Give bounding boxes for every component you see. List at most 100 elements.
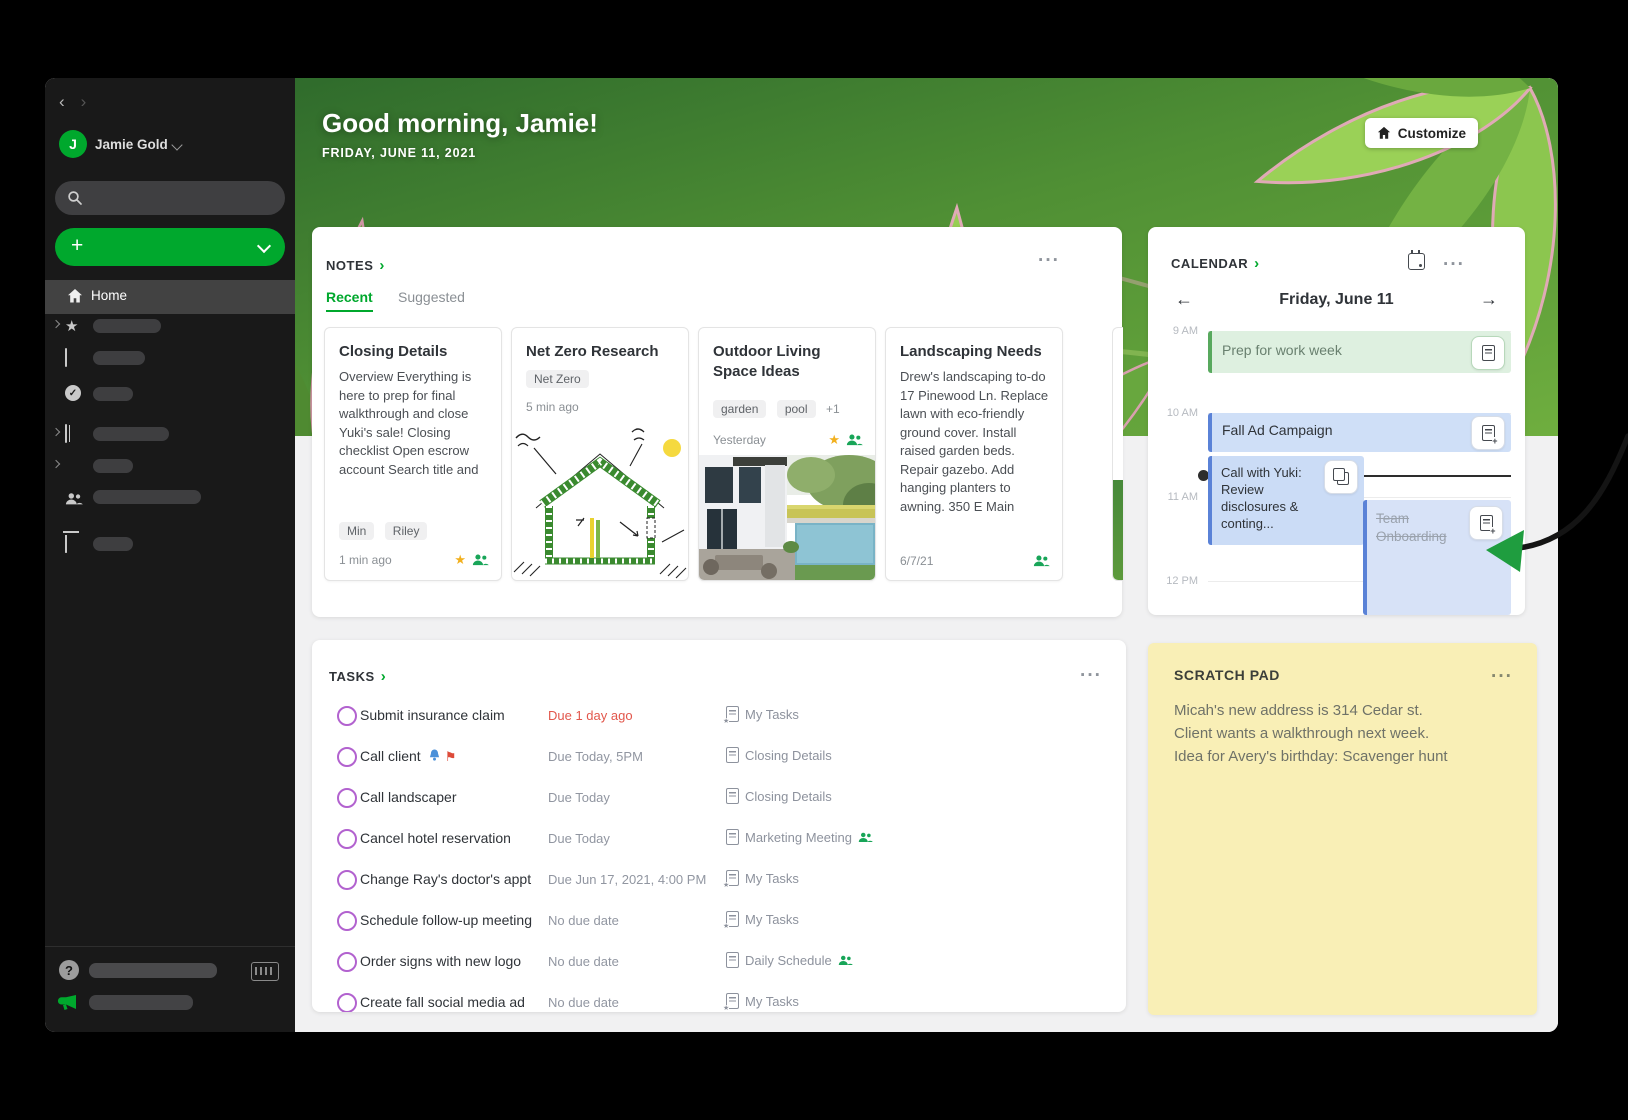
task-checkbox[interactable] [337, 788, 357, 808]
sidebar-item-tasks[interactable] [45, 378, 295, 410]
task-note-link[interactable]: Closing Details [726, 788, 832, 804]
tag-pill[interactable]: Min [339, 522, 374, 540]
task-title: Create fall social media ad [360, 994, 525, 1010]
tasks-options-icon[interactable] [1080, 668, 1102, 686]
calendar-section-header[interactable]: CALENDAR› [1171, 255, 1260, 272]
task-row[interactable]: Call client⚑ Due Today, 5PM Closing Deta… [312, 736, 1126, 777]
note-star-icon [726, 993, 739, 1009]
note-time: 1 min ago [339, 553, 392, 567]
chevron-right-icon[interactable] [52, 320, 60, 328]
task-row[interactable]: Call landscaper Due Today Closing Detail… [312, 777, 1126, 818]
notes-options-icon[interactable] [1038, 253, 1060, 271]
note-card-landscaping[interactable]: Landscaping Needs Drew's landscaping to-… [885, 327, 1063, 581]
chevron-right-icon: › [1254, 255, 1260, 272]
tab-recent[interactable]: Recent [326, 289, 373, 312]
event-add-note-button[interactable] [1471, 416, 1505, 450]
task-due: No due date [548, 995, 619, 1010]
task-checkbox[interactable] [337, 911, 357, 931]
event-fall-ad-campaign[interactable]: Fall Ad Campaign [1208, 413, 1511, 452]
note-card-closing-details[interactable]: Closing Details Overview Everything is h… [324, 327, 502, 581]
chevron-right-icon[interactable] [52, 428, 60, 436]
sidebar-item-trash[interactable] [45, 528, 295, 560]
shared-icon [846, 434, 863, 446]
task-row[interactable]: Change Ray's doctor's appt Due Jun 17, 2… [312, 859, 1126, 900]
task-checkbox[interactable] [337, 952, 357, 972]
calendar-options-icon[interactable] [1443, 257, 1465, 275]
task-note-link[interactable]: Closing Details [726, 747, 832, 763]
search-input[interactable] [55, 181, 285, 215]
next-day-icon[interactable]: → [1480, 289, 1498, 310]
tasks-section-header[interactable]: TASKS› [329, 668, 386, 685]
tag-more[interactable]: +1 [826, 402, 840, 416]
calendar-icon[interactable] [1408, 253, 1425, 270]
home-icon [67, 288, 83, 304]
task-note-link[interactable]: Marketing Meeting [726, 829, 873, 845]
keyboard-shortcuts-icon[interactable] [251, 962, 279, 981]
task-checkbox[interactable] [337, 870, 357, 890]
note-photo-image [1113, 480, 1123, 580]
chevron-right-icon[interactable] [52, 460, 60, 468]
note-icon [726, 952, 739, 968]
customize-button[interactable]: Customize [1365, 118, 1478, 148]
task-note-link[interactable]: My Tasks [726, 870, 799, 886]
note-star-icon [726, 911, 739, 927]
sidebar-item-shared[interactable] [45, 481, 295, 513]
announcements-icon[interactable] [57, 993, 79, 1013]
task-row[interactable]: Submit insurance claim Due 1 day ago My … [312, 695, 1126, 736]
tag-pill[interactable]: garden [713, 400, 766, 418]
sidebar-item-home[interactable]: Home [45, 280, 295, 314]
tag-pill[interactable]: pool [777, 400, 816, 418]
event-team-onboarding[interactable]: Team Onboarding [1363, 500, 1511, 615]
skeleton-bar [93, 387, 133, 401]
forward-icon[interactable]: › [81, 92, 87, 111]
task-note-link[interactable]: Daily Schedule [726, 952, 853, 968]
back-icon[interactable]: ‹ [59, 92, 65, 111]
task-checkbox[interactable] [337, 993, 357, 1012]
event-note-button[interactable] [1471, 336, 1505, 370]
task-note-link[interactable]: My Tasks [726, 993, 799, 1009]
event-title: Team Onboarding [1376, 510, 1471, 546]
note-card-outdoor-living[interactable]: Outdoor Living Space Ideas garden pool +… [698, 327, 876, 581]
shared-icon [1033, 555, 1050, 567]
note-card-net-zero[interactable]: Net Zero Research Net Zero 5 min ago [511, 327, 689, 581]
sidebar-item-label: Home [91, 288, 127, 303]
sidebar-item-tags[interactable] [45, 450, 295, 482]
event-prep-work-week[interactable]: Prep for work week [1208, 331, 1511, 373]
task-row[interactable]: Schedule follow-up meeting No due date M… [312, 900, 1126, 941]
account-chevron-down-icon[interactable] [171, 139, 182, 150]
plus-icon: + [71, 234, 83, 258]
notes-section-header[interactable]: NOTES› [326, 257, 385, 274]
avatar[interactable]: J [59, 130, 87, 158]
help-icon[interactable]: ? [59, 960, 79, 980]
scratch-pad-widget[interactable]: SCRATCH PAD Micah's new address is 314 C… [1148, 643, 1537, 1015]
task-checkbox[interactable] [337, 706, 357, 726]
customize-icon [1377, 126, 1391, 140]
event-add-note-button[interactable] [1469, 506, 1503, 540]
task-note-link[interactable]: My Tasks [726, 706, 799, 722]
task-note-label: Marketing Meeting [745, 830, 852, 845]
chevron-down-icon[interactable] [257, 239, 271, 253]
shared-icon [838, 955, 853, 966]
sidebar-item-notes[interactable] [45, 342, 295, 374]
account-name[interactable]: Jamie Gold [95, 137, 168, 152]
event-copy-note-button[interactable] [1324, 460, 1358, 494]
sidebar-item-notebooks[interactable] [45, 418, 295, 450]
tag-pill[interactable]: Riley [385, 522, 428, 540]
task-checkbox[interactable] [337, 747, 357, 767]
note-snippet: Drew's landscaping to-do 17 Pinewood Ln.… [900, 368, 1050, 538]
task-row[interactable]: Order signs with new logo No due date Da… [312, 941, 1126, 982]
new-note-button[interactable]: + [55, 228, 285, 266]
sidebar-item-shortcuts[interactable] [45, 310, 295, 342]
task-checkbox[interactable] [337, 829, 357, 849]
scratch-pad-options-icon[interactable] [1491, 669, 1513, 687]
tag-pill[interactable]: Net Zero [526, 370, 589, 388]
skeleton-bar [93, 351, 145, 365]
note-card-partial[interactable] [1112, 327, 1123, 581]
note-photo-image [699, 455, 875, 580]
note-icon [726, 829, 739, 845]
event-call-with-yuki[interactable]: Call with Yuki: Review disclosures & con… [1208, 456, 1364, 545]
task-row[interactable]: Create fall social media ad No due date … [312, 982, 1126, 1012]
task-note-link[interactable]: My Tasks [726, 911, 799, 927]
task-row[interactable]: Cancel hotel reservation Due Today Marke… [312, 818, 1126, 859]
tab-suggested[interactable]: Suggested [398, 289, 465, 305]
